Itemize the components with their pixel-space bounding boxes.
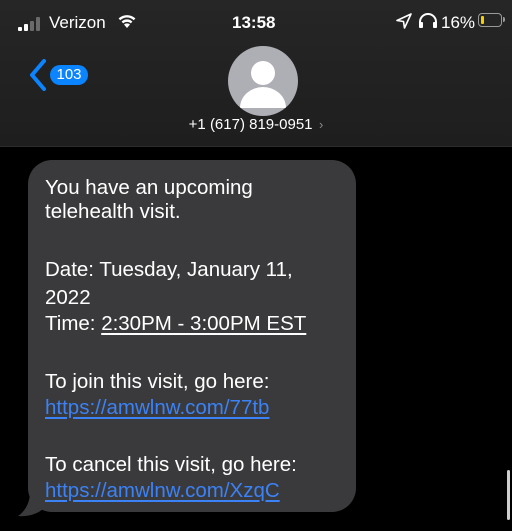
message-line: You have an upcoming [45, 176, 253, 199]
message-time-row: Time: 2:30PM - 3:00PM EST [45, 312, 306, 336]
time-value-link[interactable]: 2:30PM - 3:00PM EST [101, 312, 306, 335]
battery-level [481, 16, 484, 24]
location-arrow-icon [396, 13, 412, 29]
contact-number: +1 (617) 819-0951 [188, 116, 313, 133]
contact-info-link[interactable]: +1 (617) 819-0951 › [0, 116, 512, 134]
battery-icon [478, 13, 502, 27]
bubble-tail [18, 492, 48, 517]
join-instructions: To join this visit, go here: [45, 370, 270, 393]
conversation-header: Verizon 13:58 16% 103 +1 (617) 819-0951 … [0, 0, 512, 147]
battery-cap [503, 17, 505, 22]
message-date: Date: Tuesday, January 11, [45, 258, 293, 281]
unread-count-badge: 103 [50, 65, 88, 85]
chevron-left-icon [30, 59, 46, 91]
message-line: telehealth visit. [45, 200, 181, 223]
chevron-right-icon: › [318, 117, 324, 132]
cancel-visit-link[interactable]: https://amwlnw.com/XzqC [45, 479, 280, 503]
back-button[interactable]: 103 [28, 57, 98, 93]
join-visit-link[interactable]: https://amwlnw.com/77tb [45, 396, 269, 420]
wifi-icon [118, 15, 136, 28]
message-date-year: 2022 [45, 286, 91, 309]
carrier-name: Verizon [49, 13, 106, 32]
person-icon [240, 61, 286, 108]
contact-avatar[interactable] [228, 46, 298, 116]
status-bar: Verizon 13:58 16% [0, 0, 512, 48]
status-time: 13:58 [232, 13, 276, 32]
time-label: Time: [45, 312, 102, 335]
headphones-icon [419, 13, 437, 28]
signal-icon [18, 17, 40, 31]
scroll-indicator[interactable] [507, 470, 510, 520]
battery-percent: 16% [441, 13, 476, 32]
cancel-instructions: To cancel this visit, go here: [45, 453, 297, 476]
